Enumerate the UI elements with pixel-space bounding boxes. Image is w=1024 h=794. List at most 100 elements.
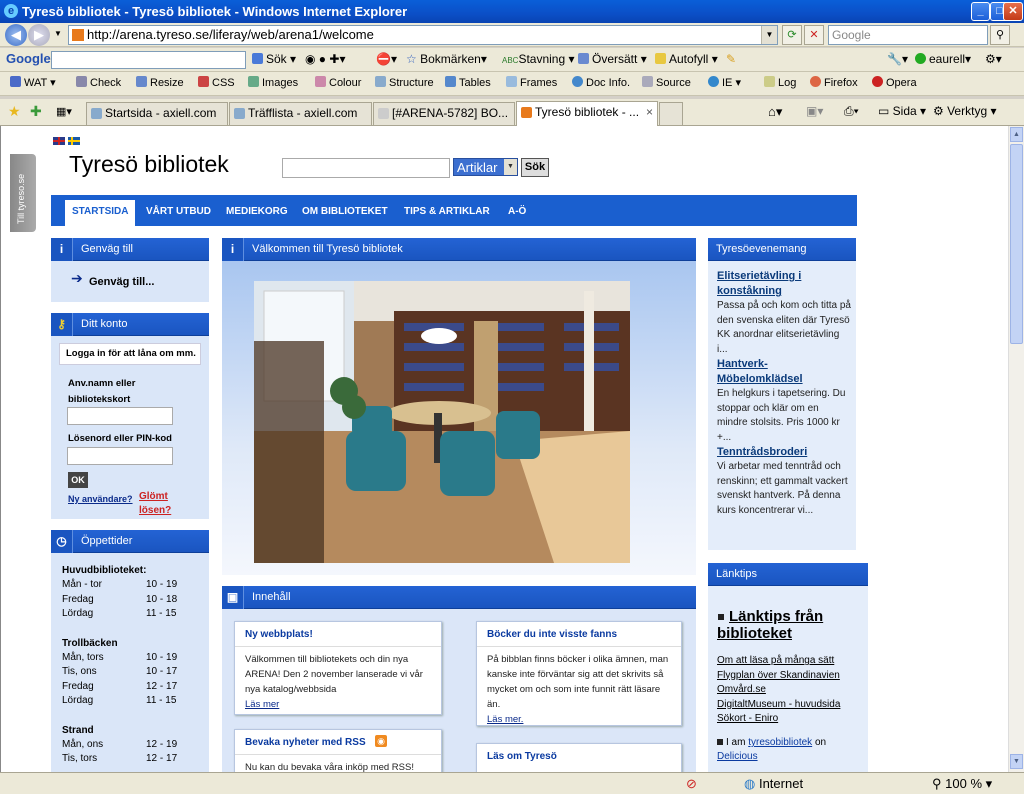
privacy-icon[interactable]: ⊘ (686, 776, 697, 792)
rss-icon[interactable]: ◉ (375, 735, 387, 747)
favorites-star-icon[interactable]: ★ (8, 103, 21, 120)
vertical-scrollbar[interactable]: ▲ ▼ (1008, 126, 1024, 772)
tables-menu[interactable]: Tables (445, 72, 491, 94)
link-tip-item[interactable]: Om att läsa på många sätt (717, 654, 865, 669)
link-tip-item[interactable]: Sökort - Eniro (717, 712, 865, 727)
card-title[interactable]: Ny webbplats! (245, 629, 313, 640)
forgot-password-link-1[interactable]: Glömt (139, 491, 168, 502)
css-menu[interactable]: CSS (198, 72, 235, 94)
spellcheck-button[interactable]: ABCStavning ▾ (502, 48, 575, 72)
firefox-menu[interactable]: Firefox (810, 72, 858, 94)
user-account-button[interactable]: eaurell▾ (915, 48, 971, 70)
check-menu[interactable]: Check (76, 72, 121, 94)
zoom-level[interactable]: ⚲ 100 % ▾ (932, 776, 992, 792)
back-button[interactable]: ◀ (5, 24, 27, 46)
wat-menu[interactable]: WAT ▾ (10, 72, 56, 94)
link-tip-item[interactable]: Omvård.se (717, 683, 865, 698)
event-title-link[interactable]: Tenntrådsbroderi (717, 445, 851, 460)
tools-menu[interactable]: ⚙ Verktyg ▾ (933, 104, 996, 118)
google-search-button[interactable]: Sök ▾ (252, 48, 296, 70)
scroll-down-icon[interactable]: ▼ (1010, 754, 1023, 769)
site-search-input[interactable] (282, 158, 450, 178)
popup-blocker-icon[interactable]: ⛔▾ (376, 48, 397, 70)
settings-icon[interactable]: ⚙▾ (985, 48, 1002, 70)
print-icon[interactable]: ⎙▾ (844, 104, 859, 119)
forgot-password-link-2[interactable]: lösen? (139, 505, 171, 516)
quick-tabs-icon[interactable]: ▦▾ (56, 105, 72, 118)
new-tab-button[interactable] (659, 102, 683, 125)
address-dropdown-icon[interactable]: ▼ (761, 26, 777, 44)
links-title[interactable]: Länktips från biblioteket (717, 608, 865, 642)
frames-menu[interactable]: Frames (506, 72, 557, 94)
stop-button[interactable]: ✕ (804, 25, 824, 45)
tab-traefflista[interactable]: Träfflista - axiell.com (229, 102, 372, 125)
opera-menu[interactable]: Opera (872, 72, 917, 94)
event-title-link[interactable]: Hantverk-Möbelomklädsel (717, 357, 851, 387)
log-menu[interactable]: Log (764, 72, 796, 94)
forward-button[interactable]: ▶ (28, 24, 50, 46)
page-menu[interactable]: ▭ Sida ▾ (878, 104, 926, 118)
search-input[interactable]: Google (828, 25, 988, 45)
pin-input[interactable] (67, 447, 173, 465)
wrench-icon[interactable]: 🔧▾ (887, 48, 908, 70)
search-icon[interactable]: ⚲ (990, 25, 1010, 45)
minimize-button[interactable]: _ (971, 2, 990, 21)
new-user-link[interactable]: Ny användare? (68, 494, 133, 504)
home-icon[interactable]: ⌂▾ (768, 104, 782, 120)
translate-button[interactable]: Översätt ▾ (578, 48, 647, 70)
docinfo-menu[interactable]: Doc Info. (572, 72, 630, 94)
english-flag-icon[interactable] (53, 137, 65, 145)
colour-menu[interactable]: Colour (315, 72, 361, 94)
ie-icon: e (4, 4, 18, 18)
bookmarks-button[interactable]: ☆ Bokmärken▾ (406, 48, 487, 70)
arrow-right-icon: ➔ (71, 270, 83, 286)
side-tab-tyreso[interactable]: Till tyreso.se (10, 154, 36, 232)
link-tip-item[interactable]: DigitaltMuseum - huvudsida (717, 698, 865, 713)
images-menu[interactable]: Images (248, 72, 298, 94)
card-title[interactable]: Läs om Tyresö (487, 751, 557, 762)
shortcut-link[interactable]: Genväg till... (89, 276, 154, 288)
login-ok-button[interactable]: OK (68, 472, 88, 488)
refresh-button[interactable]: ⟳ (782, 25, 802, 45)
swedish-flag-icon[interactable] (68, 137, 80, 145)
structure-menu[interactable]: Structure (375, 72, 434, 94)
username-input[interactable] (67, 407, 173, 425)
menu-mediekorg[interactable]: MEDIEKORG (219, 195, 295, 226)
card-body: Välkommen till bibliotekets och din nya … (245, 654, 423, 710)
menu-a-o[interactable]: A-Ö (501, 195, 533, 226)
address-input[interactable]: http://arena.tyreso.se/liferay/web/arena… (68, 25, 778, 45)
search-type-select[interactable]: Artiklar ▼ (453, 158, 518, 176)
event-title-link[interactable]: Elitserietävling i konståkning (717, 269, 851, 299)
google-tools-icons[interactable]: ◉ ● ✚▾ (305, 48, 345, 70)
autofill-button[interactable]: Autofyll ▾ (655, 48, 718, 70)
close-button[interactable]: ✕ (1003, 2, 1023, 21)
menu-vart-utbud[interactable]: VÅRT UTBUD (139, 195, 218, 226)
card-title[interactable]: Bevaka nyheter med RSS (245, 737, 366, 748)
link-tip-item[interactable]: Flygplan över Skandinavien (717, 669, 865, 684)
highlight-icon[interactable]: ✎ (726, 48, 736, 70)
close-tab-icon[interactable]: × (646, 102, 653, 123)
ie-menu[interactable]: IE ▾ (708, 72, 741, 94)
scroll-up-icon[interactable]: ▲ (1010, 127, 1023, 142)
tab-startsida[interactable]: Startsida - axiell.com (86, 102, 228, 125)
feeds-icon[interactable]: ▣▾ (806, 104, 823, 118)
site-search-button[interactable]: Sök (521, 158, 549, 177)
read-more-link[interactable]: Läs mer. (487, 714, 523, 725)
links-header: Länktips (708, 563, 868, 586)
hours-group-name: Strand (62, 724, 94, 736)
history-dropdown-icon[interactable]: ▼ (54, 29, 62, 38)
read-more-link[interactable]: Läs mer (245, 699, 279, 710)
source-menu[interactable]: Source (642, 72, 691, 94)
tab-arena-issue[interactable]: [#ARENA-5782] BO... (373, 102, 515, 125)
address-bar-row: ◀ ▶ ▼ http://arena.tyreso.se/liferay/web… (0, 23, 1024, 47)
menu-tips-artiklar[interactable]: TIPS & ARTIKLAR (397, 195, 497, 226)
scroll-thumb[interactable] (1010, 144, 1023, 344)
tab-tyreso-bibliotek[interactable]: Tyresö bibliotek - ... × (516, 101, 658, 126)
menu-startsida[interactable]: STARTSIDA (65, 200, 136, 226)
resize-menu[interactable]: Resize (136, 72, 184, 94)
delicious-line: I am tyresobibliotek on Delicious (717, 737, 827, 762)
card-title[interactable]: Böcker du inte visste fanns (487, 629, 617, 640)
menu-om-biblioteket[interactable]: OM BIBLIOTEKET (295, 195, 395, 226)
google-search-input[interactable] (51, 51, 246, 69)
add-favorite-icon[interactable]: ✚ (30, 103, 42, 120)
